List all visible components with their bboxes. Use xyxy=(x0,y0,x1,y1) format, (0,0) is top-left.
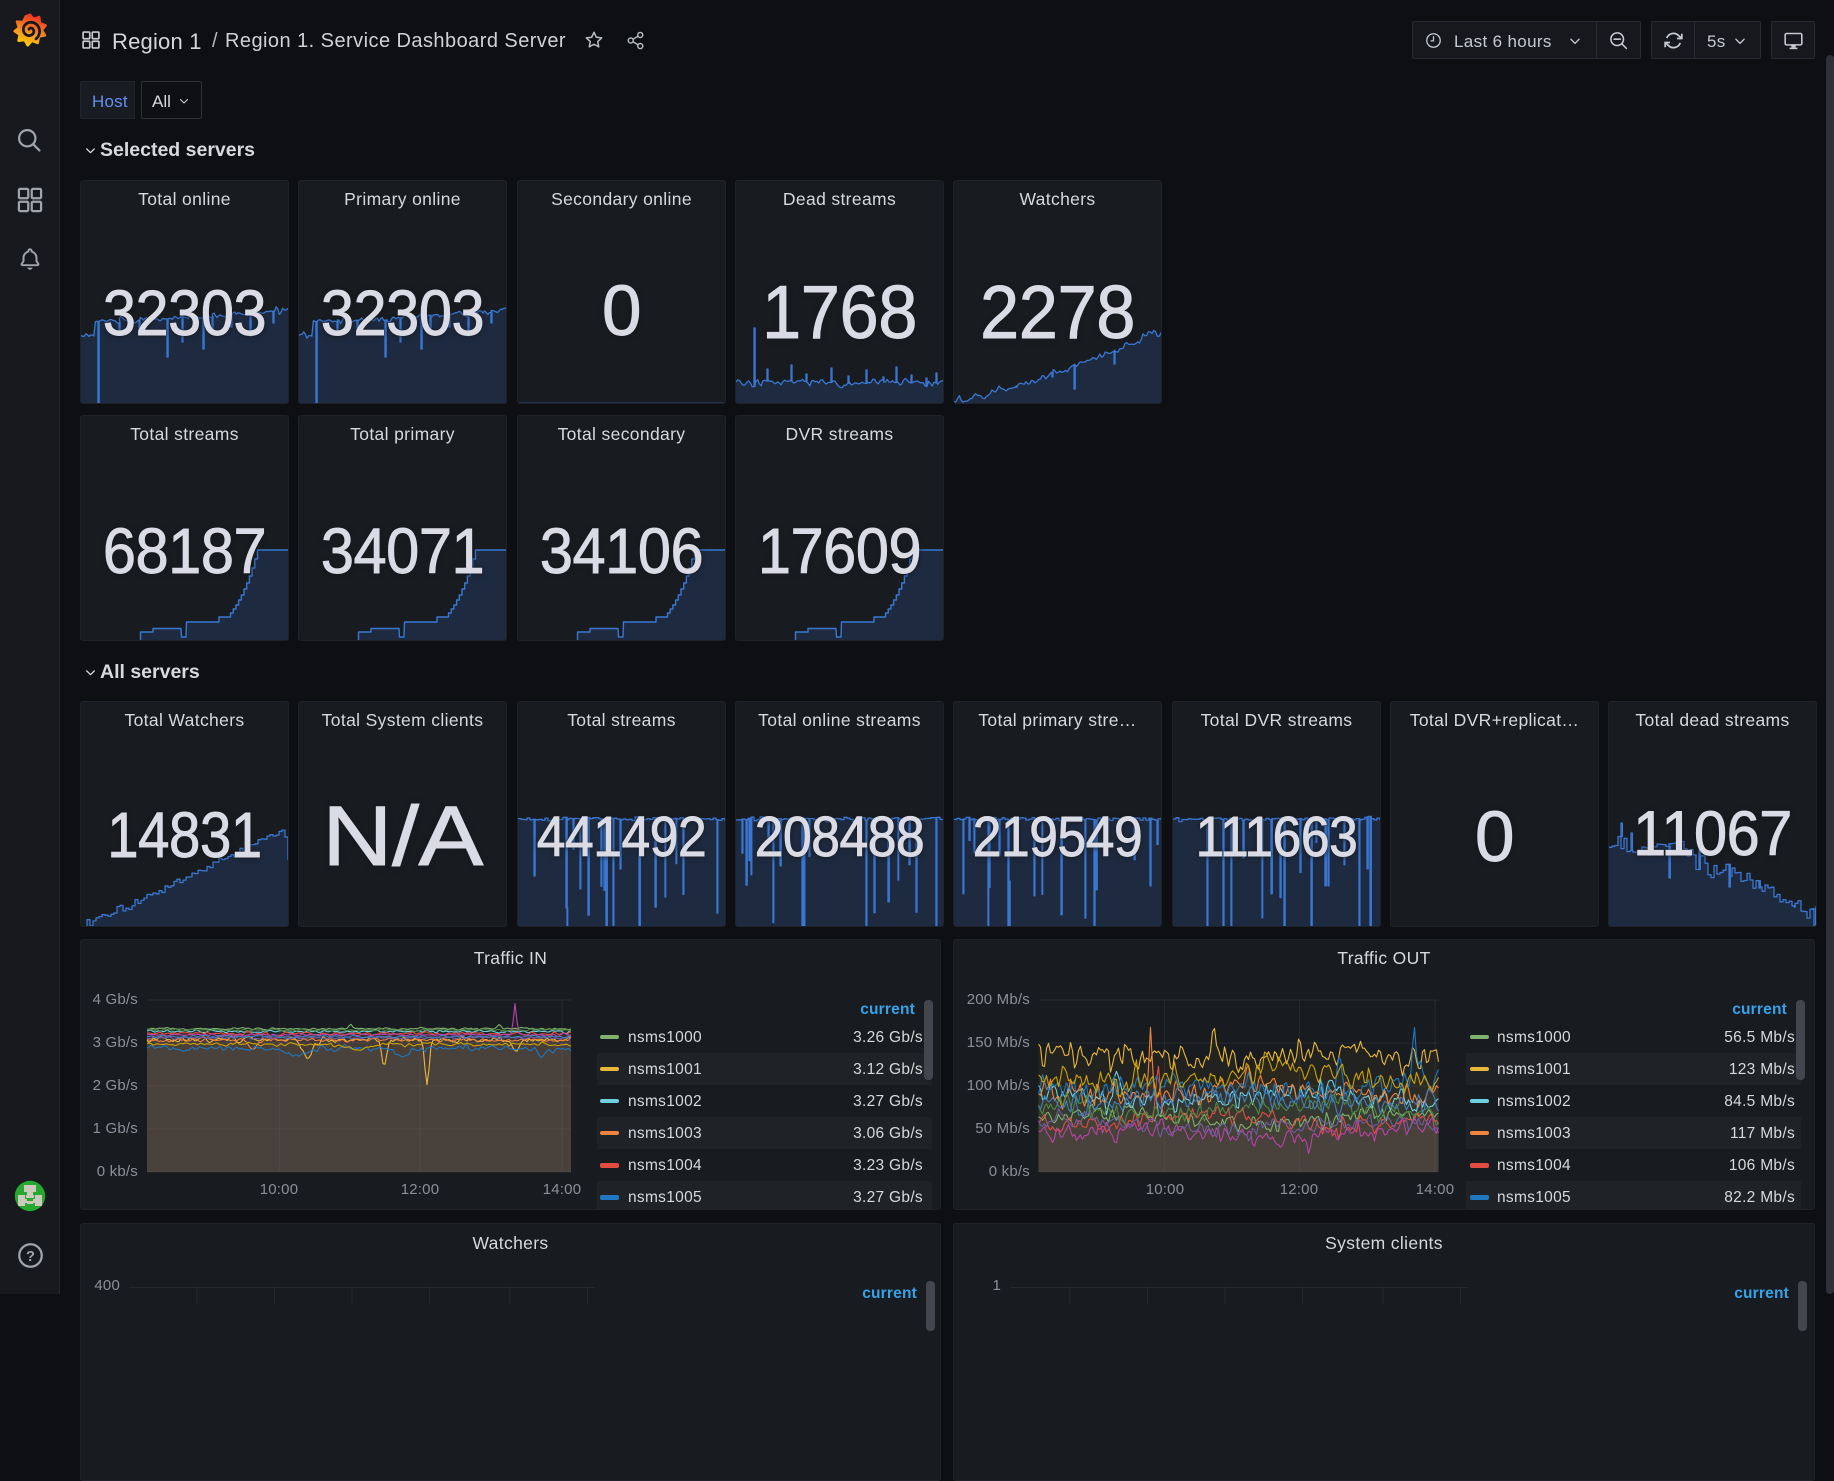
svg-text:?: ? xyxy=(26,1249,35,1265)
